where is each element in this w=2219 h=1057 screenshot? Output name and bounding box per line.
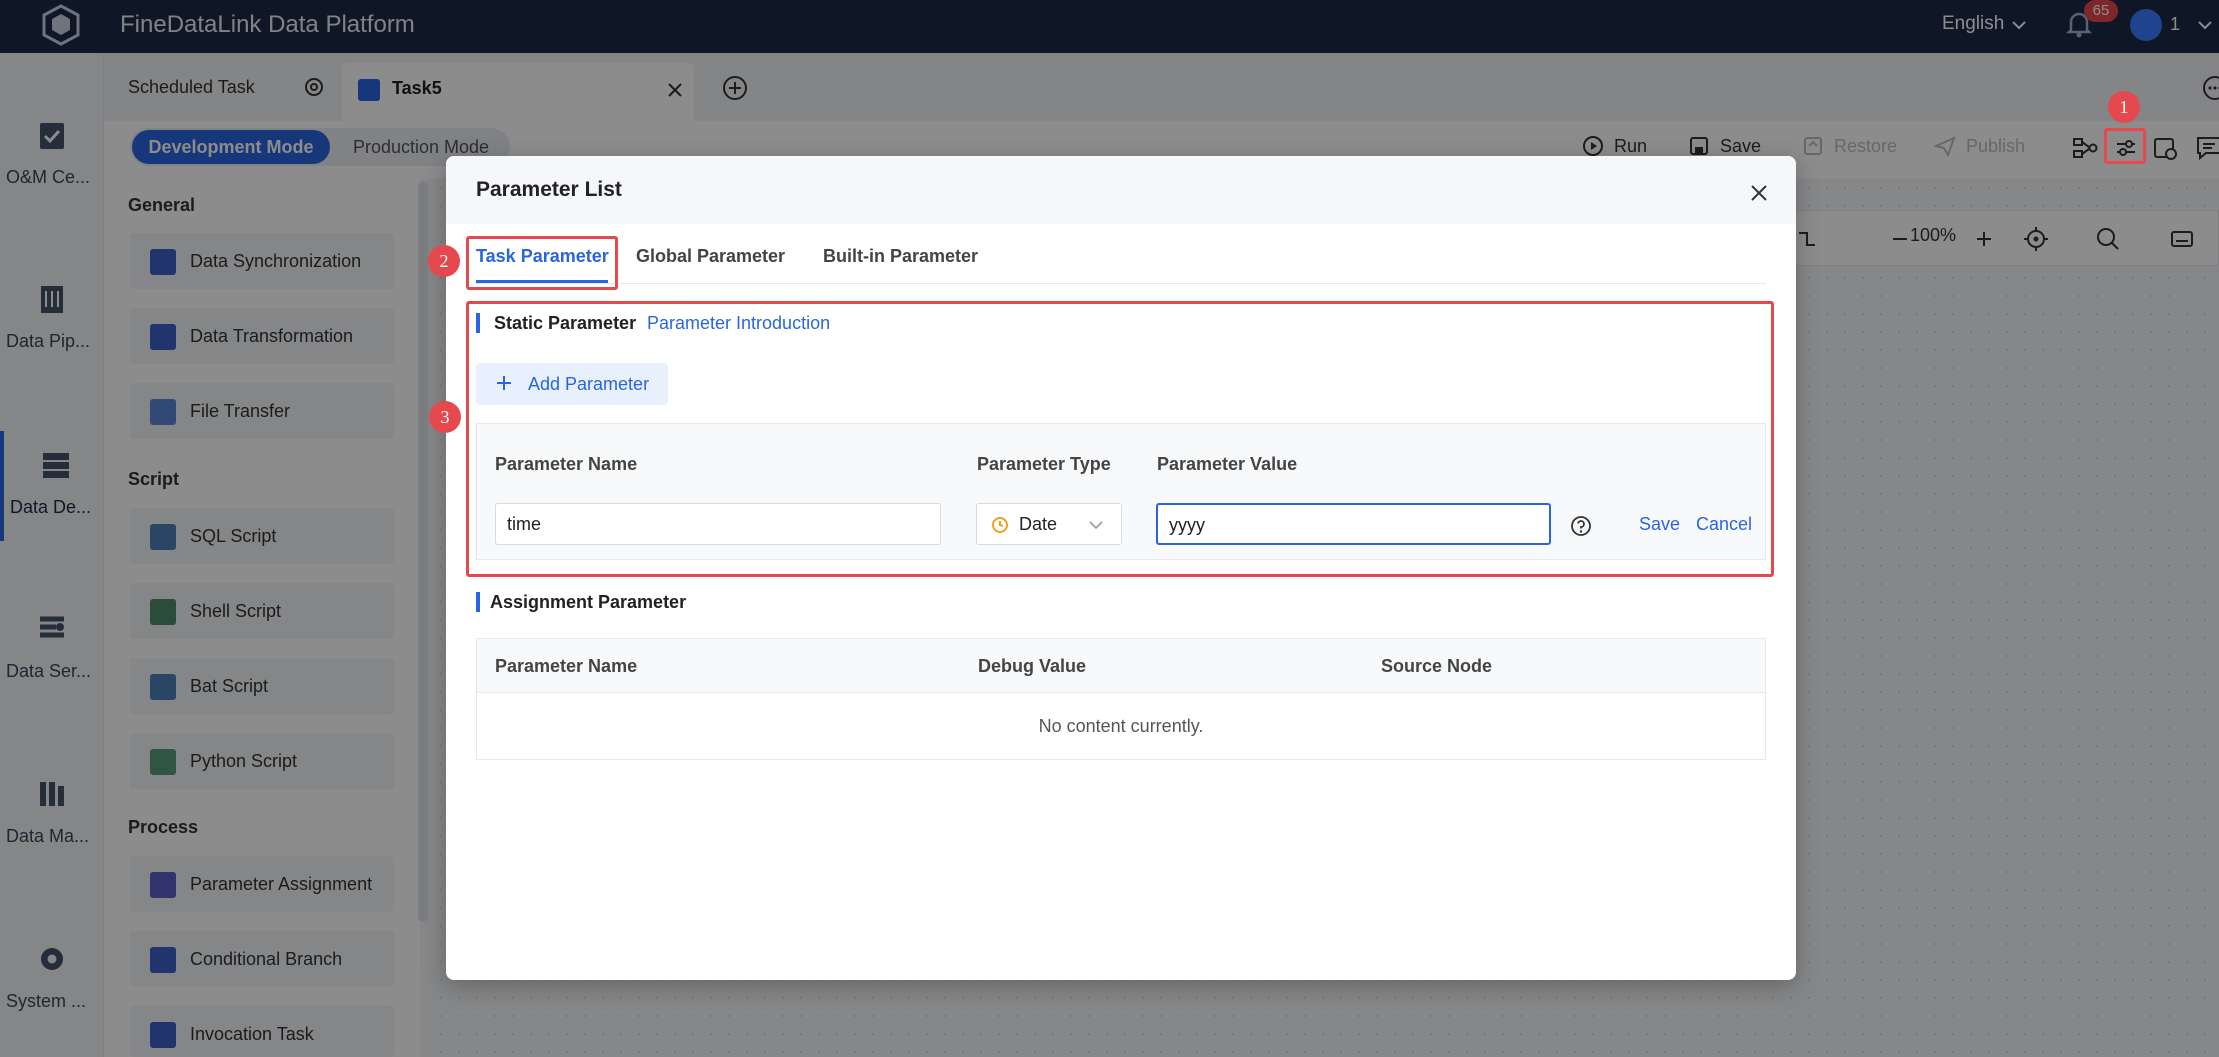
step-marker-2: 2	[428, 245, 460, 277]
column-header: Source Node	[1381, 656, 1493, 676]
column-header: Debug Value	[978, 656, 1087, 676]
dialog-title: Parameter List	[476, 178, 622, 201]
dialog-tabs: Task Parameter Global Parameter Built-in…	[476, 224, 1766, 284]
table-header: Parameter Name Debug Value Source Node	[477, 639, 1765, 693]
highlight-box-parameter-button	[2104, 128, 2146, 164]
step-marker-3: 3	[429, 401, 461, 433]
dialog-header: Parameter List	[446, 156, 1796, 224]
step-marker-1: 1	[2108, 91, 2140, 123]
empty-state-text: No content currently.	[1038, 716, 1204, 736]
highlight-box-static-parameter	[466, 301, 1774, 577]
tab-global-parameter[interactable]: Global Parameter	[636, 246, 785, 267]
assignment-parameter-table: Parameter Name Debug Value Source Node N…	[476, 638, 1766, 760]
assignment-parameter-heading: Assignment Parameter	[476, 592, 686, 612]
close-icon[interactable]	[1748, 182, 1770, 204]
tab-builtin-parameter[interactable]: Built-in Parameter	[823, 246, 978, 267]
highlight-box-task-parameter	[466, 236, 618, 290]
column-header: Parameter Name	[495, 656, 638, 676]
